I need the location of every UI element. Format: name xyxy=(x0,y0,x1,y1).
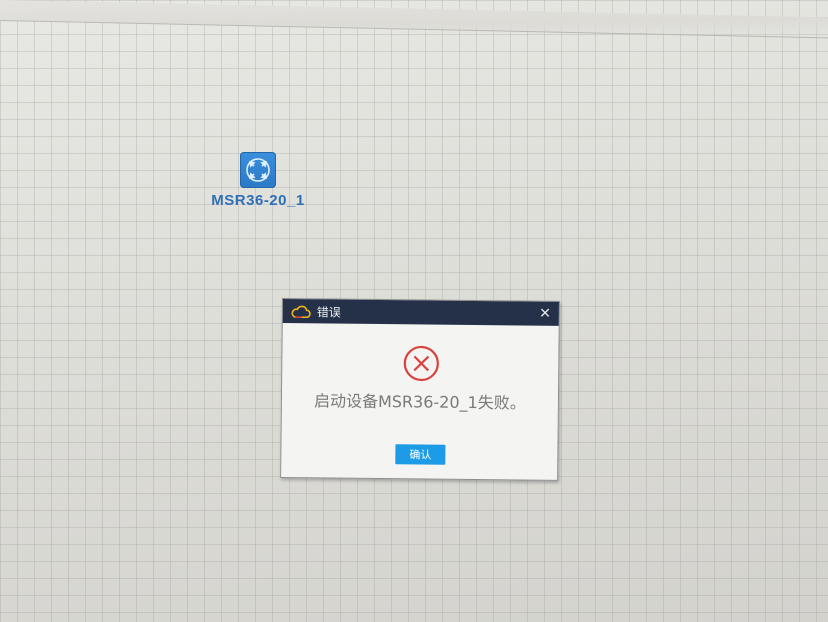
confirm-button[interactable]: 确认 xyxy=(395,444,446,465)
dialog-body: 启动设备MSR36-20_1失败。 确认 xyxy=(281,323,559,480)
dialog-title: 错误 xyxy=(316,304,341,320)
close-button[interactable]: ✕ xyxy=(539,305,551,323)
error-circle-icon xyxy=(403,345,439,382)
window-top-edge xyxy=(0,0,828,39)
router-icon[interactable] xyxy=(240,152,276,188)
error-dialog: 错误 ✕ 启动设备MSR36-20_1失败。 确认 xyxy=(280,298,560,481)
device-label[interactable]: MSR36-20_1 xyxy=(204,192,312,209)
device-node[interactable]: MSR36-20_1 xyxy=(204,152,312,209)
error-message: 启动设备MSR36-20_1失败。 xyxy=(313,391,526,413)
cloud-icon xyxy=(291,304,311,318)
dialog-titlebar[interactable]: 错误 ✕ xyxy=(282,299,559,326)
